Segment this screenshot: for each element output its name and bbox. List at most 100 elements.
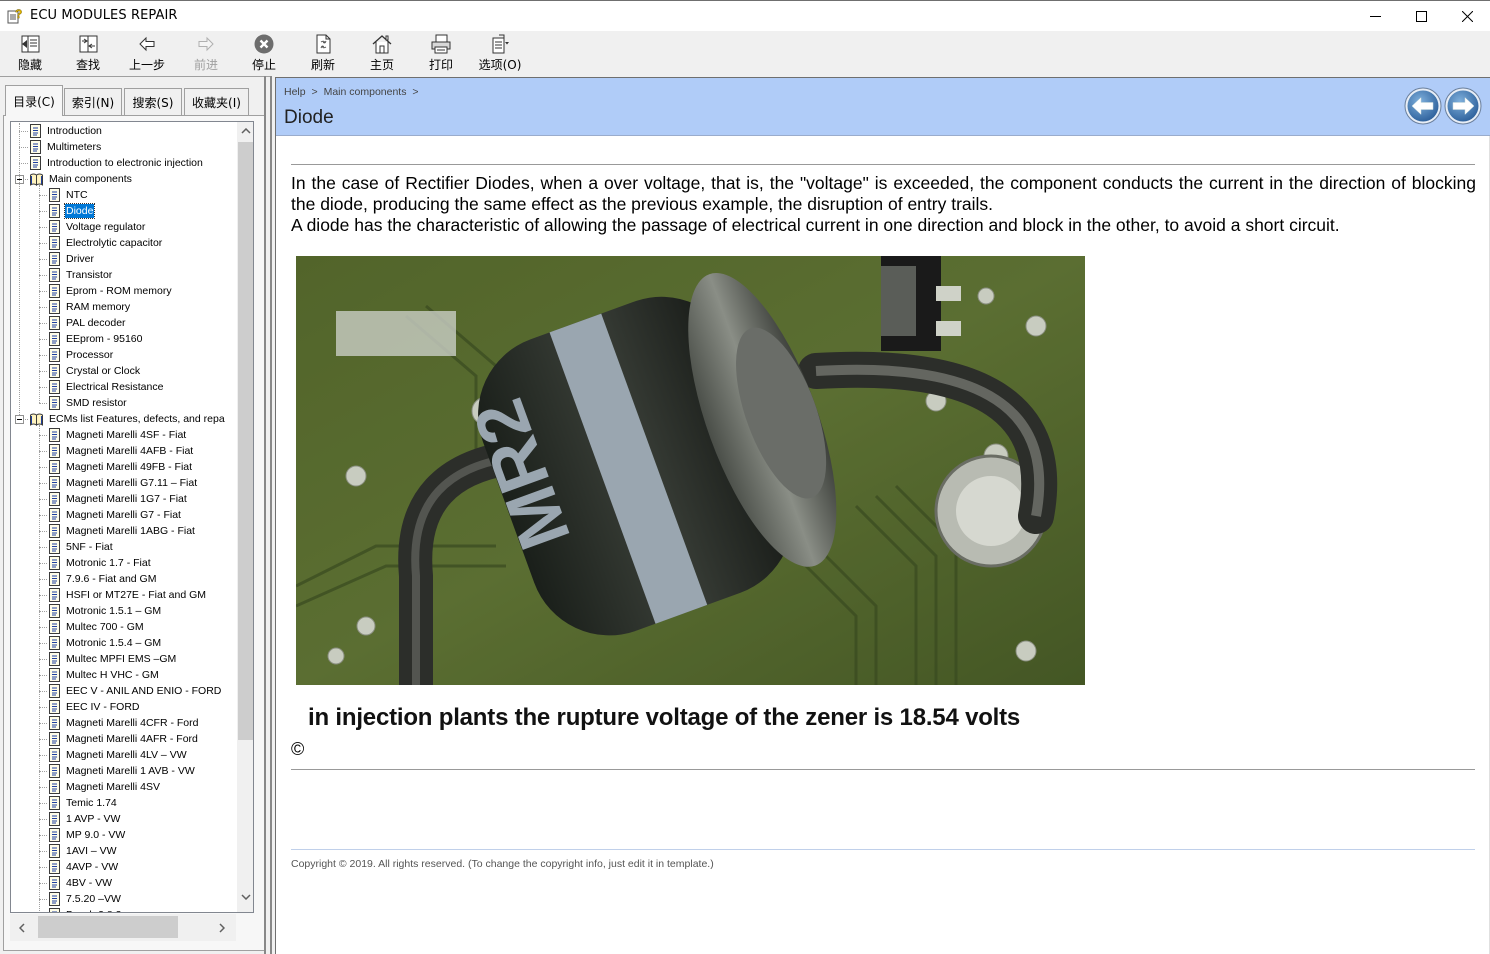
page-icon xyxy=(49,812,60,826)
tree-item[interactable]: Crystal or Clock xyxy=(48,363,141,379)
tree-item[interactable]: Diode xyxy=(48,203,96,219)
tree-item[interactable]: EEC IV - FORD xyxy=(48,699,141,715)
tree-item[interactable]: Driver xyxy=(48,251,95,267)
breadcrumb-main-components[interactable]: Main components xyxy=(324,86,407,98)
tree-item[interactable]: Electrolytic capacitor xyxy=(48,235,163,251)
tree-item[interactable]: PAL decoder xyxy=(48,315,127,331)
tree-item[interactable]: Temic 1.74 xyxy=(48,795,118,811)
tree-item[interactable]: Introduction xyxy=(29,123,103,139)
contents-tree[interactable]: Introduction Multimeters Introduction to e… xyxy=(10,121,254,913)
tree-item-label: Motronic 1.5.1 – GM xyxy=(66,605,162,617)
tree-item[interactable]: Magneti Marelli 49FB - Fiat xyxy=(48,459,193,475)
tree-item[interactable]: Magneti Marelli 1G7 - Fiat xyxy=(48,491,188,507)
scroll-down-button[interactable] xyxy=(237,888,253,905)
maximize-icon xyxy=(1415,10,1427,22)
back-button[interactable]: 上一步 xyxy=(119,33,175,75)
footer-divider xyxy=(291,849,1475,850)
tree-item[interactable]: 7.5.20 –VW xyxy=(48,891,122,907)
copyright-footer: Copyright © 2019. All rights reserved. (… xyxy=(291,858,714,870)
tree-horizontal-scrollbar[interactable] xyxy=(10,914,236,941)
tree-item[interactable]: Processor xyxy=(48,347,114,363)
stop-button[interactable]: 停止 xyxy=(236,33,292,75)
tree-item[interactable]: Magneti Marelli G7 - Fiat xyxy=(48,507,182,523)
breadcrumb-help[interactable]: Help xyxy=(284,86,306,98)
tree-folder-main-components[interactable]: Main components xyxy=(29,171,133,187)
tree-item[interactable]: EEC V - ANIL AND ENIO - FORD xyxy=(48,683,222,699)
tree-item[interactable]: Magneti Marelli 4SV xyxy=(48,779,161,795)
scroll-left-button[interactable] xyxy=(10,914,34,941)
tree-item[interactable]: Motronic 1.5.4 – GM xyxy=(48,635,162,651)
tab-contents[interactable]: 目录(C) xyxy=(5,85,63,116)
refresh-button[interactable]: 刷新 xyxy=(295,33,351,75)
collapse-toggle[interactable] xyxy=(15,415,24,424)
next-topic-button[interactable] xyxy=(1444,87,1482,125)
tree-item[interactable]: 4AVP - VW xyxy=(48,859,119,875)
tree-item[interactable]: Bosch 3.8.3 xyxy=(48,907,122,912)
print-button[interactable]: 打印 xyxy=(413,33,469,75)
page-icon xyxy=(49,508,60,522)
tree-item-label: Motronic 1.7 - Fiat xyxy=(66,557,151,569)
tree-item[interactable]: 1AVI – VW xyxy=(48,843,118,859)
tree-item[interactable]: Multec 700 - GM xyxy=(48,619,145,635)
tree-item[interactable]: 1 AVP - VW xyxy=(48,811,121,827)
tree-item[interactable]: 7.9.6 - Fiat and GM xyxy=(48,571,157,587)
tree-item[interactable]: SMD resistor xyxy=(48,395,128,411)
maximize-button[interactable] xyxy=(1398,1,1444,31)
tree-item[interactable]: RAM memory xyxy=(48,299,131,315)
tree-item[interactable]: Transistor xyxy=(48,267,113,283)
tree-item[interactable]: NTC xyxy=(48,187,89,203)
tree-item[interactable]: Multec H VHC - GM xyxy=(48,667,160,683)
vertical-scroll-thumb[interactable] xyxy=(238,142,253,740)
tree-item[interactable]: Introduction to electronic injection xyxy=(29,155,204,171)
tree-item-label: Multec H VHC - GM xyxy=(66,669,159,681)
breadcrumb: Help > Main components > xyxy=(284,86,422,98)
tab-favorites[interactable]: 收藏夹(I) xyxy=(184,88,249,115)
page-icon xyxy=(49,876,60,890)
page-icon xyxy=(49,892,60,906)
close-button[interactable] xyxy=(1444,1,1490,31)
tree-item-label: Multec 700 - GM xyxy=(66,621,144,633)
locate-button[interactable]: 查找 xyxy=(60,33,116,75)
scroll-up-button[interactable] xyxy=(237,122,253,139)
tree-item[interactable]: Magneti Marelli 4AFB - Fiat xyxy=(48,443,194,459)
tree-item[interactable]: Multec MPFI EMS –GM xyxy=(48,651,177,667)
tree-item[interactable]: Eprom - ROM memory xyxy=(48,283,173,299)
scroll-right-button[interactable] xyxy=(210,914,234,941)
options-button[interactable]: 选项(O) xyxy=(472,33,528,75)
horizontal-scroll-thumb[interactable] xyxy=(38,916,178,938)
minimize-button[interactable] xyxy=(1352,1,1398,31)
tree-item[interactable]: Magneti Marelli G7.11 – Fiat xyxy=(48,475,198,491)
tree-item[interactable]: Magneti Marelli 4AFR - Ford xyxy=(48,731,199,747)
tree-item-label: Multimeters xyxy=(47,141,102,153)
forward-button[interactable]: 前进 xyxy=(178,33,234,75)
tree-item[interactable]: Magneti Marelli 4LV – VW xyxy=(48,747,188,763)
tree-item[interactable]: Magneti Marelli 1ABG - Fiat xyxy=(48,523,196,539)
tree-item[interactable]: Motronic 1.5.1 – GM xyxy=(48,603,162,619)
page-icon xyxy=(30,140,41,154)
tree-item[interactable]: Magneti Marelli 1 AVB - VW xyxy=(48,763,196,779)
tree-item[interactable]: MP 9.0 - VW xyxy=(48,827,126,843)
page-icon xyxy=(49,780,60,794)
tree-folder-ecms-list[interactable]: ECMs list Features, defects, and repa xyxy=(29,411,226,427)
tree-item[interactable]: EEprom - 95160 xyxy=(48,331,143,347)
tree-item[interactable]: 5NF - Fiat xyxy=(48,539,114,555)
tree-item-label: Voltage regulator xyxy=(66,221,146,233)
tree-item[interactable]: 4BV - VW xyxy=(48,875,113,891)
pane-splitter[interactable] xyxy=(264,76,275,954)
previous-topic-button[interactable] xyxy=(1404,87,1442,125)
hide-button[interactable]: 隐藏 xyxy=(2,33,58,75)
tree-item[interactable]: Electrical Resistance xyxy=(48,379,164,395)
page-icon xyxy=(49,828,60,842)
tree-item[interactable]: Multimeters xyxy=(29,139,102,155)
tree-item[interactable]: Voltage regulator xyxy=(48,219,146,235)
tree-item[interactable]: Motronic 1.7 - Fiat xyxy=(48,555,152,571)
tab-index[interactable]: 索引(N) xyxy=(64,88,122,115)
options-icon xyxy=(492,34,509,54)
tree-item[interactable]: Magneti Marelli 4SF - Fiat xyxy=(48,427,187,443)
tree-item[interactable]: HSFI or MT27E - Fiat and GM xyxy=(48,587,207,603)
tree-item[interactable]: Magneti Marelli 4CFR - Ford xyxy=(48,715,199,731)
tree-vertical-scrollbar[interactable] xyxy=(237,122,253,912)
tree-item-label: RAM memory xyxy=(66,301,131,313)
home-button[interactable]: 主页 xyxy=(354,33,410,75)
tab-search[interactable]: 搜索(S) xyxy=(124,88,182,115)
